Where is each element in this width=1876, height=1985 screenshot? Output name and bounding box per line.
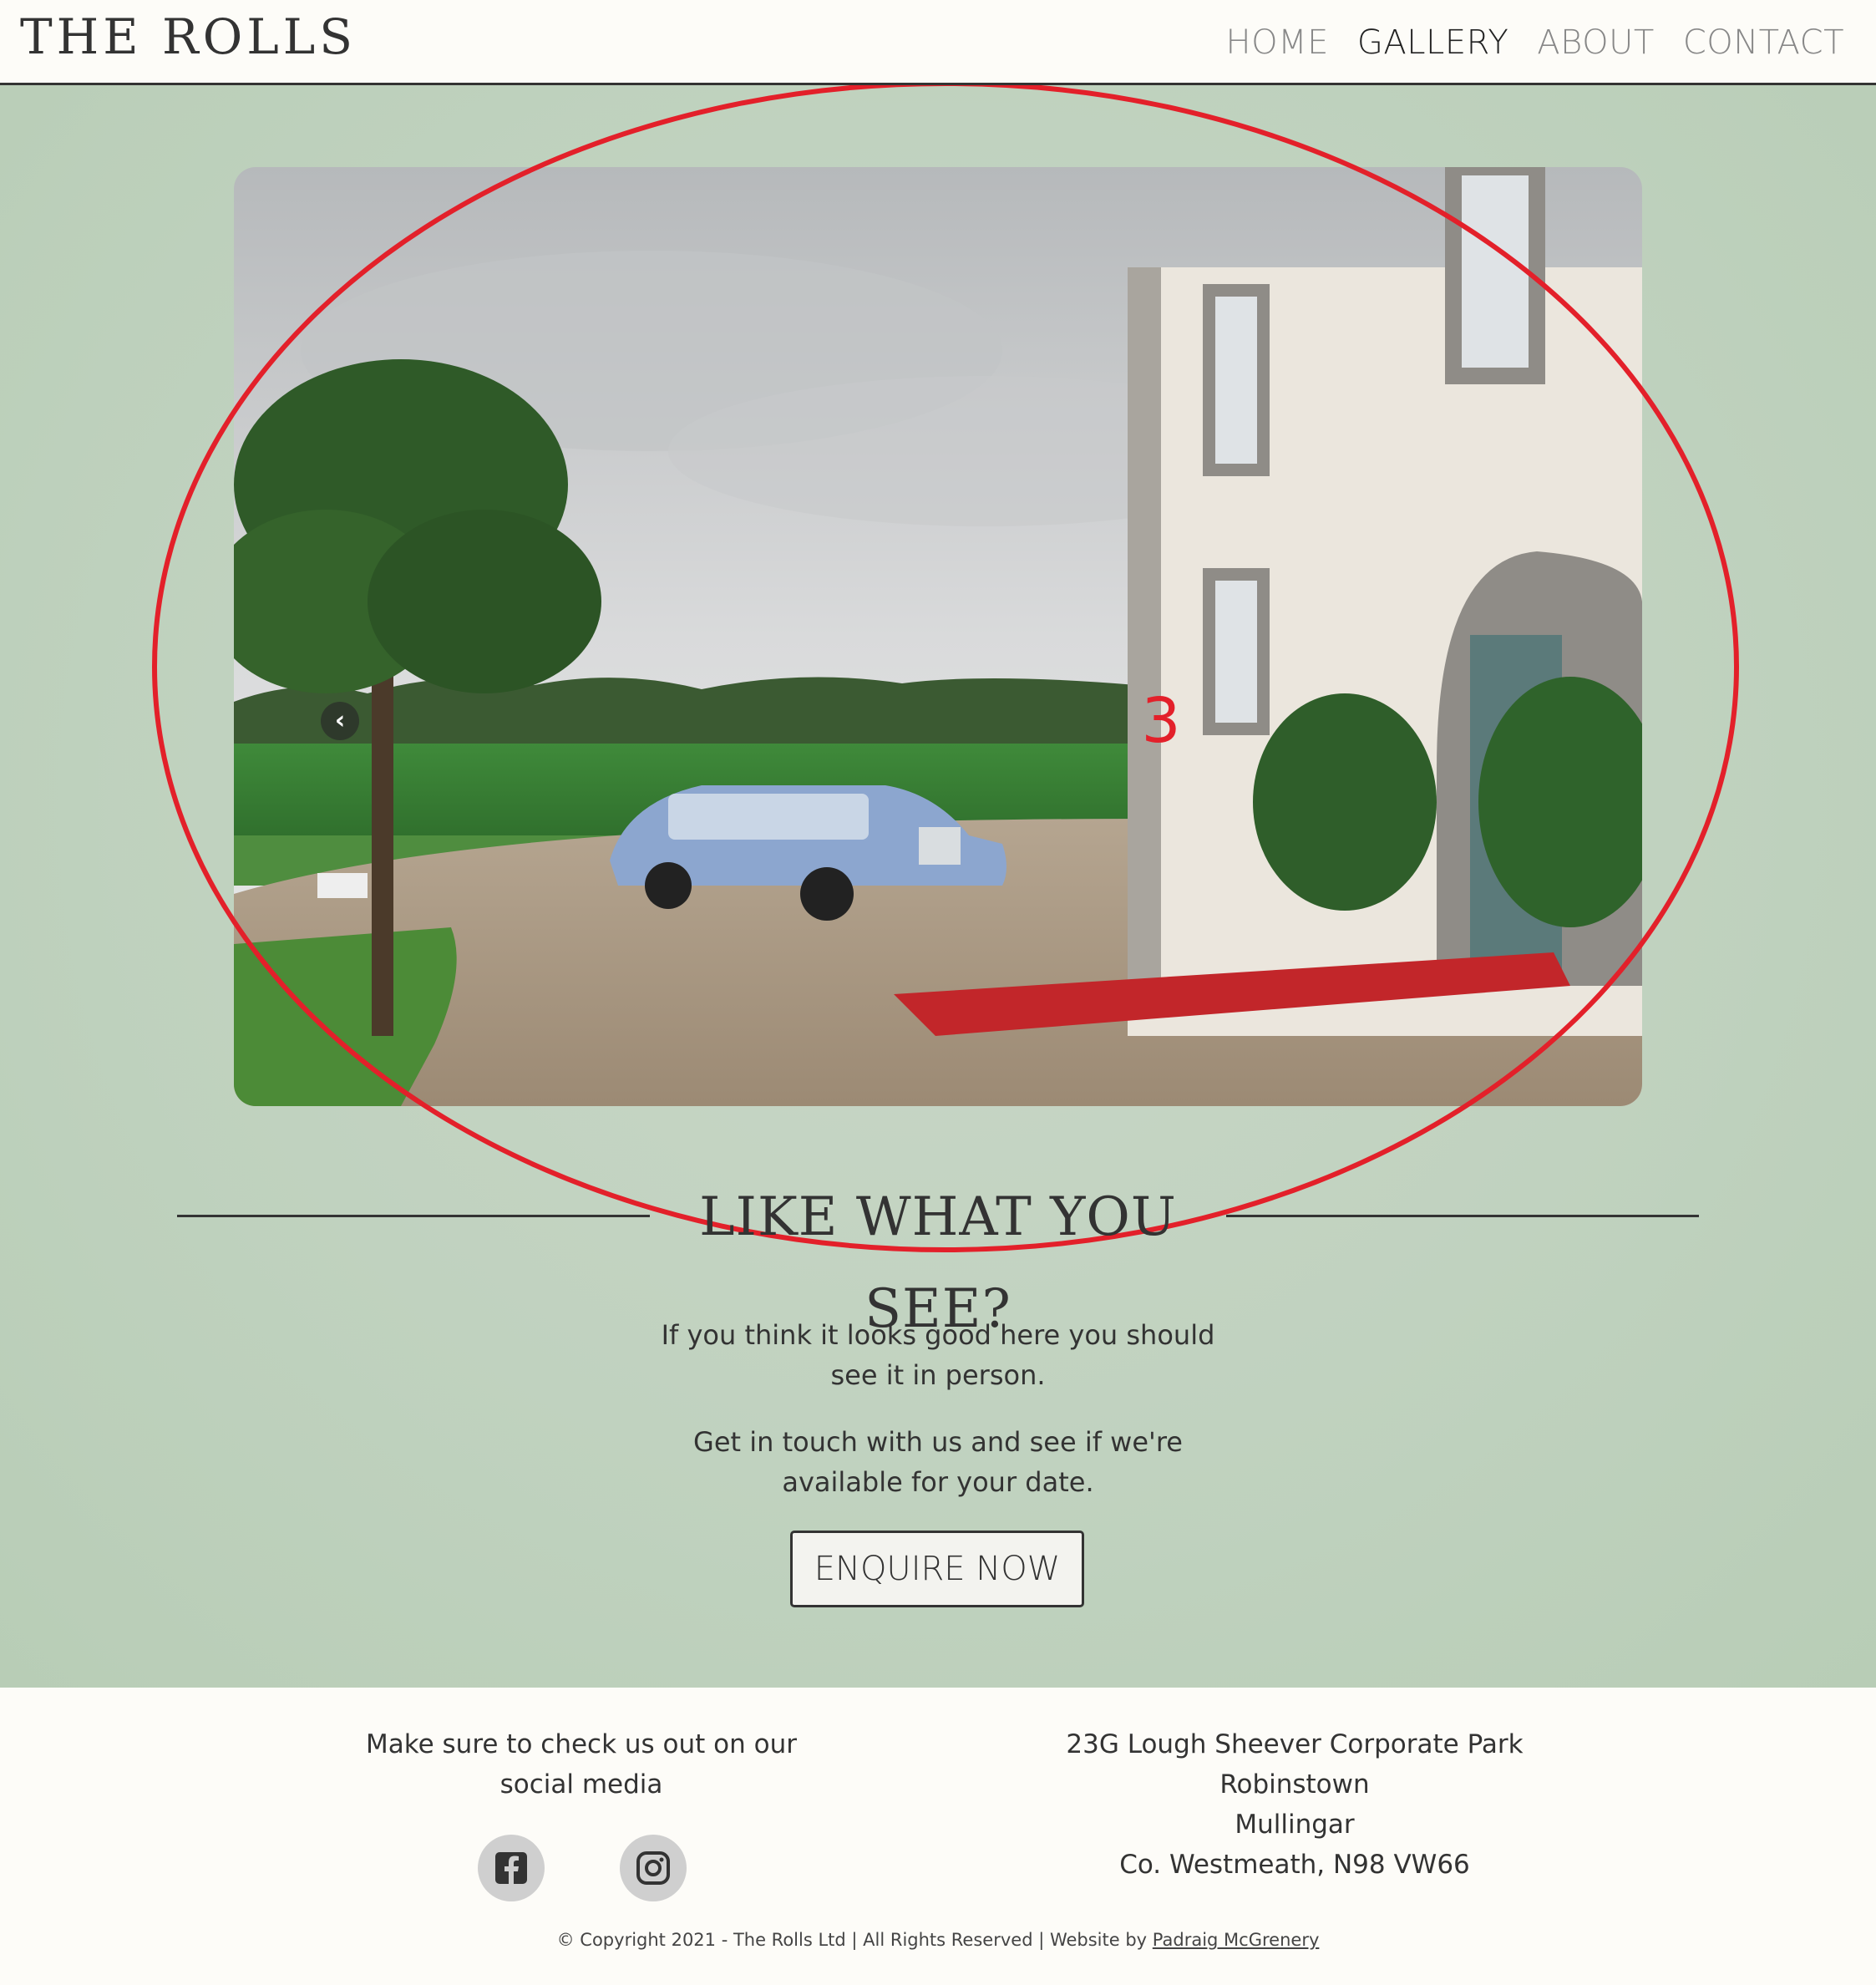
nav-link-about[interactable]: ABOUT <box>1537 18 1655 67</box>
main-section: ‹ › 3 LIKE WHAT YOU SEE? If you think it… <box>0 85 1876 1688</box>
cta-paragraph-2: Get in touch with us and see if we're av… <box>693 1426 1183 1498</box>
slide-number-annotation: 3 <box>1141 685 1181 757</box>
copyright-text: Copyright 2021 - The Rolls Ltd | All Rig… <box>580 1930 1148 1950</box>
copyright-symbol: © <box>556 1930 575 1950</box>
business-address: 23G Lough Sheever Corporate Park Robinst… <box>1002 1724 1587 1885</box>
carousel-prev-button[interactable]: ‹ <box>321 702 359 740</box>
carousel-image <box>234 167 1642 1106</box>
social-text: Make sure to check us out on our social … <box>366 1729 797 1800</box>
enquire-now-button[interactable]: ENQUIRE NOW <box>790 1531 1084 1607</box>
address-line-3: Mullingar <box>1235 1810 1355 1840</box>
nav-link-gallery[interactable]: GALLERY <box>1357 18 1508 67</box>
address-line-1: 23G Lough Sheever Corporate Park <box>1066 1729 1524 1759</box>
nav-link-contact[interactable]: CONTACT <box>1683 18 1844 67</box>
address-line-2: Robinstown <box>1219 1769 1370 1800</box>
brand-logo[interactable]: THE ROLLS <box>20 7 357 67</box>
author-link[interactable]: Padraig McGrenery <box>1153 1930 1320 1950</box>
nav-links: HOME GALLERY ABOUT CONTACT <box>1226 18 1844 67</box>
heading-divider-right <box>1226 1215 1699 1217</box>
heading-divider-left <box>177 1215 650 1217</box>
facebook-icon[interactable] <box>478 1835 545 1901</box>
cta-paragraph-1: If you think it looks good here you shou… <box>661 1319 1215 1391</box>
cta-heading-row: LIKE WHAT YOU SEE? <box>177 1171 1699 1340</box>
top-navbar: THE ROLLS HOME GALLERY ABOUT CONTACT <box>0 0 1876 85</box>
instagram-icon[interactable] <box>620 1835 687 1901</box>
nav-link-home[interactable]: HOME <box>1226 18 1329 67</box>
address-line-4: Co. Westmeath, N98 VW66 <box>1119 1850 1470 1880</box>
gallery-carousel: ‹ › 3 <box>234 167 1642 1106</box>
footer: Make sure to check us out on our social … <box>0 1688 1876 1985</box>
copyright: © Copyright 2021 - The Rolls Ltd | All R… <box>0 1930 1876 1950</box>
